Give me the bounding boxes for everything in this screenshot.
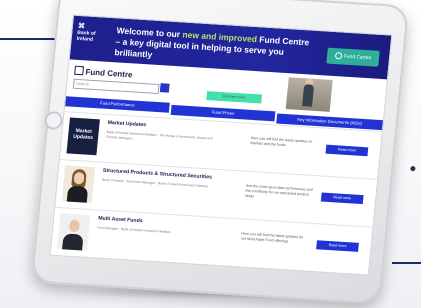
fund-centre-button[interactable]: Fund Centre	[326, 47, 380, 67]
row-subtitle: Bank of Ireland Investment Markets · The…	[106, 129, 213, 141]
search-input[interactable]: Search	[72, 78, 160, 95]
photo-face	[68, 219, 80, 233]
tab-fund-performance[interactable]: Fund Performance	[65, 96, 170, 113]
market-updates-thumbnail[interactable]: Market Updates	[66, 117, 100, 156]
photo-body	[302, 84, 315, 107]
read-more-button[interactable]: Read more	[325, 144, 369, 157]
row-description: Here you will find the latest updates on…	[250, 135, 313, 148]
page-title: Fund Centre	[74, 65, 133, 80]
fund-centre-icon	[334, 52, 343, 60]
row-title: Market Updates	[107, 119, 147, 129]
banner-headline: Welcome to our new and improved Fund Cen…	[114, 25, 317, 70]
discover-bar[interactable]: Discover more	[206, 91, 263, 104]
logo-line2: Ireland	[76, 35, 94, 43]
tablet-screen: ⌘ Bank of Ireland Welcome to our new and…	[49, 14, 393, 276]
multi-asset-photo[interactable]	[57, 213, 91, 251]
photo-body	[62, 233, 84, 251]
row-description: See the most up-to-date performance and …	[244, 183, 313, 199]
row-title: Multi Asset Funds	[97, 215, 143, 225]
header-photo	[285, 77, 333, 112]
bank-logo[interactable]: ⌘ Bank of Ireland	[75, 23, 108, 54]
home-icon	[74, 65, 85, 76]
tablet-device: ⌘ Bank of Ireland Welcome to our new and…	[30, 0, 416, 305]
photo-body	[66, 185, 89, 203]
read-more-button[interactable]: Read more	[316, 240, 359, 252]
search-button[interactable]	[159, 83, 170, 93]
bottom-accent-line	[392, 262, 421, 264]
read-more-button[interactable]: Read more	[320, 192, 364, 205]
page-title-text: Fund Centre	[85, 67, 133, 80]
row-description: Here you will find the latest updates fo…	[240, 231, 304, 244]
row-subtitle: Fund Manager · Bank of Ireland Investmen…	[97, 225, 172, 235]
fund-centre-button-label: Fund Centre	[343, 53, 372, 62]
structured-products-photo[interactable]	[61, 165, 96, 204]
